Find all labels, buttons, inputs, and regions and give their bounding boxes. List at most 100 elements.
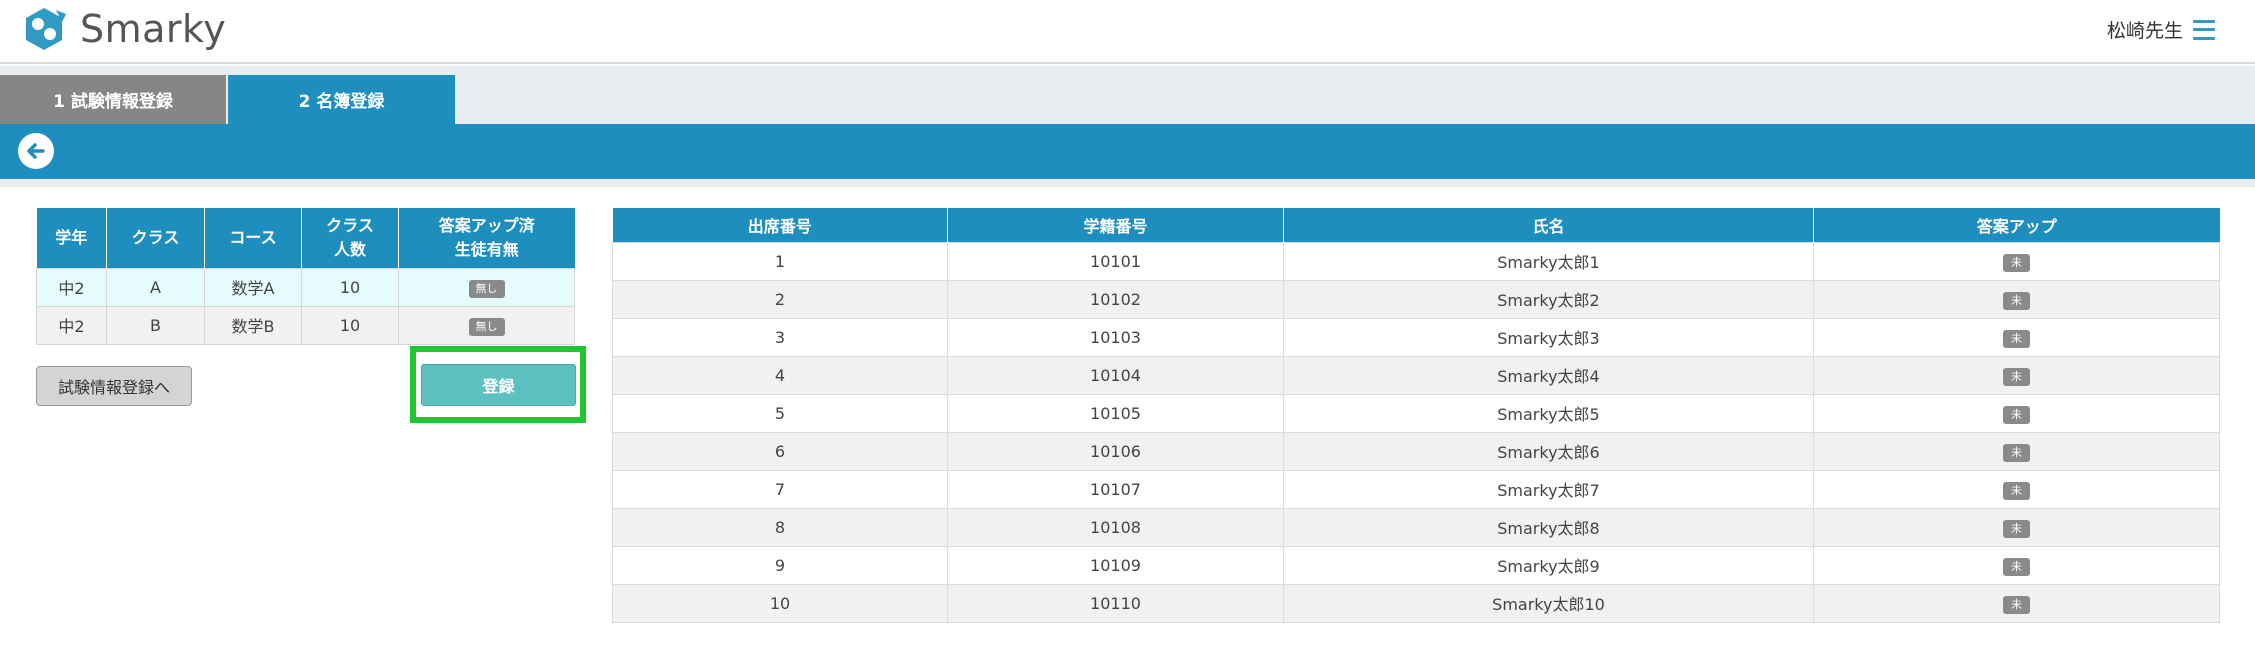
cell-name: Smarky太郎1 [1283,241,1814,281]
cell-upload-status: 未 [1813,583,2220,623]
table-row[interactable]: 1 10101 Smarky太郎1 未 [612,241,2220,281]
cell-status: 無し [398,305,575,345]
col-class: クラス [106,208,205,268]
register-button[interactable]: 登録 [421,364,576,406]
cell-attendance-no: 10 [612,583,948,623]
logo-icon [26,8,66,50]
col-course: コース [204,208,302,268]
table-row[interactable]: 4 10104 Smarky太郎4 未 [612,355,2220,395]
hamburger-menu-icon[interactable] [2193,19,2215,40]
col-class-count: クラス 人数 [301,208,399,268]
cell-student-id: 10102 [947,279,1284,319]
student-table-header: 出席番号 学籍番号 氏名 答案アップ [612,208,2220,242]
cell-name: Smarky太郎10 [1283,583,1814,623]
table-row[interactable]: 9 10109 Smarky太郎9 未 [612,545,2220,585]
cell-upload-status: 未 [1813,431,2220,471]
status-badge: 無し [468,279,505,298]
cell-student-id: 10103 [947,317,1284,357]
cell-upload-status: 未 [1813,279,2220,319]
cell-attendance-no: 1 [612,241,948,281]
cell-attendance-no: 6 [612,431,948,471]
col-upload-status: 答案アップ済 生徒有無 [398,208,575,268]
table-row[interactable]: 2 10102 Smarky太郎2 未 [612,279,2220,319]
status-badge: 未 [2003,405,2030,424]
cell-grade: 中2 [36,267,107,307]
status-badge: 無し [468,317,505,336]
table-row[interactable]: 中2 A 数学A 10 無し [36,267,575,307]
student-table: 出席番号 学籍番号 氏名 答案アップ 1 10101 Smarky太郎1 未 2 1010… [612,208,2220,623]
table-row[interactable]: 5 10105 Smarky太郎5 未 [612,393,2220,433]
action-bar [0,124,2255,179]
cell-name: Smarky太郎9 [1283,545,1814,585]
cell-name: Smarky太郎5 [1283,393,1814,433]
step-tabs: 1 試験情報登録 2 名簿登録 [0,66,2255,124]
cell-count: 10 [301,305,399,345]
arrow-left-icon [27,143,45,159]
status-badge: 未 [2003,329,2030,348]
tab-exam-info[interactable]: 1 試験情報登録 [0,75,226,124]
cell-name: Smarky太郎2 [1283,279,1814,319]
table-row[interactable]: 7 10107 Smarky太郎7 未 [612,469,2220,509]
status-badge: 未 [2003,291,2030,310]
status-badge: 未 [2003,253,2030,272]
cell-attendance-no: 4 [612,355,948,395]
cell-student-id: 10104 [947,355,1284,395]
status-badge: 未 [2003,443,2030,462]
logo-text: Smarky [80,7,227,51]
status-badge: 未 [2003,519,2030,538]
tab-roster[interactable]: 2 名簿登録 [228,75,455,124]
go-to-exam-info-button[interactable]: 試験情報登録へ [36,366,192,406]
divider [0,179,2255,187]
cell-attendance-no: 5 [612,393,948,433]
cell-upload-status: 未 [1813,507,2220,547]
cell-upload-status: 未 [1813,469,2220,509]
cell-student-id: 10101 [947,241,1284,281]
cell-count: 10 [301,267,399,307]
cell-name: Smarky太郎7 [1283,469,1814,509]
cell-student-id: 10106 [947,431,1284,471]
class-table: 学年 クラス コース クラス 人数 答案アップ済 生徒有無 中2 A 数学A 1… [36,208,575,345]
user-area: 松崎先生 [2107,16,2215,43]
cell-student-id: 10108 [947,507,1284,547]
cell-upload-status: 未 [1813,545,2220,585]
table-row[interactable]: 10 10110 Smarky太郎10 未 [612,583,2220,623]
cell-attendance-no: 2 [612,279,948,319]
table-row[interactable]: 3 10103 Smarky太郎3 未 [612,317,2220,357]
app-header: Smarky 松崎先生 [0,0,2255,64]
cell-grade: 中2 [36,305,107,345]
cell-student-id: 10107 [947,469,1284,509]
cell-class: B [106,305,205,345]
cell-status: 無し [398,267,575,307]
cell-class: A [106,267,205,307]
col-attendance-no: 出席番号 [612,208,948,242]
cell-student-id: 10105 [947,393,1284,433]
status-badge: 未 [2003,595,2030,614]
cell-upload-status: 未 [1813,355,2220,395]
cell-name: Smarky太郎3 [1283,317,1814,357]
cell-attendance-no: 9 [612,545,948,585]
table-row[interactable]: 中2 B 数学B 10 無し [36,305,575,345]
cell-attendance-no: 8 [612,507,948,547]
cell-course: 数学B [204,305,302,345]
cell-upload-status: 未 [1813,241,2220,281]
cell-upload-status: 未 [1813,393,2220,433]
logo[interactable]: Smarky [18,6,226,52]
table-row[interactable]: 8 10108 Smarky太郎8 未 [612,507,2220,547]
class-table-header: 学年 クラス コース クラス 人数 答案アップ済 生徒有無 [36,208,575,268]
cell-student-id: 10109 [947,545,1284,585]
status-badge: 未 [2003,481,2030,500]
cell-student-id: 10110 [947,583,1284,623]
col-answer-upload: 答案アップ [1813,208,2220,242]
status-badge: 未 [2003,367,2030,386]
cell-course: 数学A [204,267,302,307]
cell-name: Smarky太郎8 [1283,507,1814,547]
table-row[interactable]: 6 10106 Smarky太郎6 未 [612,431,2220,471]
back-button[interactable] [18,133,54,169]
col-grade: 学年 [36,208,107,268]
user-name: 松崎先生 [2106,20,2183,42]
status-badge: 未 [2003,557,2030,576]
col-student-id: 学籍番号 [947,208,1284,242]
col-name: 氏名 [1283,208,1814,242]
cell-attendance-no: 7 [612,469,948,509]
cell-upload-status: 未 [1813,317,2220,357]
